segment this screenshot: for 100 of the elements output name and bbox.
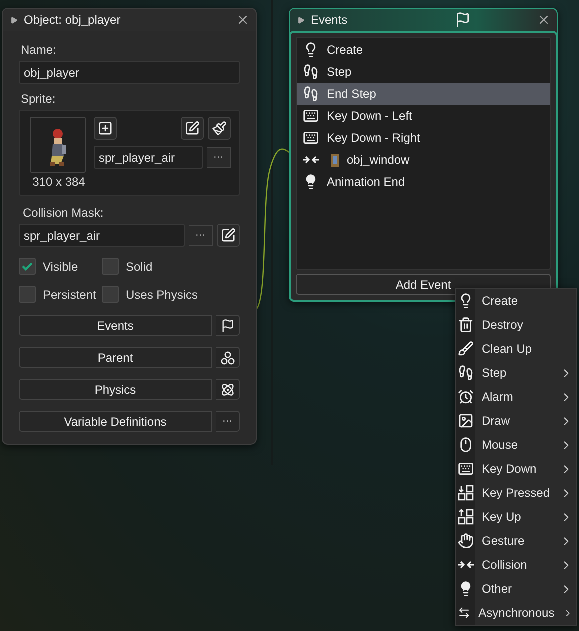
image-icon xyxy=(458,413,474,429)
menu-item-label: Step xyxy=(482,366,508,380)
menu-item-label: Key Up xyxy=(482,510,522,524)
event-item[interactable]: End Step xyxy=(297,83,550,105)
checkbox-label: Persistent xyxy=(43,288,96,302)
new-sprite-button[interactable] xyxy=(94,117,117,140)
menu-item[interactable]: Alarm xyxy=(456,385,576,409)
window-title: Events xyxy=(311,13,349,27)
event-label: Key Down - Right xyxy=(327,131,420,145)
menu-item-label: Other xyxy=(482,582,514,596)
checkbox[interactable] xyxy=(19,286,36,303)
menu-item[interactable]: Draw xyxy=(456,409,576,433)
more-button[interactable]: ··· xyxy=(216,411,240,432)
icon-button[interactable] xyxy=(216,315,240,336)
event-label: Step xyxy=(327,65,352,79)
menu-item[interactable]: Clean Up xyxy=(456,337,576,361)
field-label: Sprite: xyxy=(20,91,57,108)
collision-icon xyxy=(303,155,319,165)
menu-item-label: Key Pressed xyxy=(482,486,552,500)
menu-item-label: Mouse xyxy=(482,438,520,452)
menu-item-label: Alarm xyxy=(482,390,514,404)
sprite-size: 310 x 384 xyxy=(32,175,86,189)
flag-icon xyxy=(220,318,234,332)
keyboard-icon xyxy=(303,108,319,124)
keyboard-icon xyxy=(458,461,474,477)
menu-item-label: Draw xyxy=(482,414,512,428)
event-label: obj_window xyxy=(347,153,410,167)
checkbox-label: Solid xyxy=(126,260,153,274)
footprints-icon xyxy=(458,365,474,381)
arrows-icon xyxy=(458,605,471,621)
menu-item-label: Key Down xyxy=(482,462,538,476)
panel-button[interactable]: Events xyxy=(19,315,212,336)
door-icon xyxy=(331,154,339,166)
collision-icon xyxy=(458,560,474,570)
menu-item[interactable]: Key Pressed xyxy=(456,481,576,505)
mask-field[interactable]: spr_player_air xyxy=(19,224,185,247)
event-label: End Step xyxy=(327,87,376,101)
panel-button[interactable]: Physics xyxy=(19,379,212,400)
panel-button[interactable]: Variable Definitions xyxy=(19,411,212,432)
menu-item[interactable]: Mouse xyxy=(456,433,576,457)
menu-item[interactable]: Step xyxy=(456,361,576,385)
menu-item-label: Create xyxy=(482,294,520,308)
flag-icon xyxy=(455,12,471,28)
trash-icon xyxy=(458,317,474,333)
parent-icon xyxy=(220,350,234,364)
menu-item[interactable]: Asynchronous xyxy=(456,601,576,625)
brush-icon xyxy=(212,121,227,136)
menu-item-label: Gesture xyxy=(482,534,526,548)
sprite-field[interactable]: spr_player_air xyxy=(94,146,203,169)
icon-button[interactable] xyxy=(216,347,240,368)
panel-button[interactable]: Parent xyxy=(19,347,212,368)
key-down-arrow-icon xyxy=(458,485,474,501)
key-up-arrow-icon xyxy=(458,509,474,525)
footprints-icon xyxy=(303,64,319,80)
event-label: Create xyxy=(327,43,364,57)
menu-item-label: Collision xyxy=(482,558,528,572)
menu-item[interactable]: Destroy xyxy=(456,313,576,337)
event-item[interactable]: Key Down - Left xyxy=(297,105,550,127)
edit-icon xyxy=(185,121,200,136)
menu-item[interactable]: Key Down xyxy=(456,457,576,481)
footprints-icon xyxy=(303,86,319,102)
name-field[interactable]: obj_player xyxy=(19,61,240,84)
checkbox[interactable] xyxy=(102,286,119,303)
menu-item[interactable]: Collision xyxy=(456,553,576,577)
edit-icon xyxy=(221,228,236,243)
event-item[interactable]: Animation End xyxy=(297,171,550,193)
alarm-clock-icon xyxy=(458,389,474,405)
menu-item-label: Destroy xyxy=(482,318,524,332)
menu-item[interactable]: Gesture xyxy=(456,529,576,553)
edit-mask-button[interactable] xyxy=(217,224,240,247)
menu-item[interactable]: Key Up xyxy=(456,505,576,529)
close-icon[interactable] xyxy=(236,13,250,27)
event-label: Animation End xyxy=(327,175,406,189)
event-item[interactable]: Step xyxy=(297,61,550,83)
menu-item-label: Clean Up xyxy=(482,342,534,356)
menu-item[interactable]: Other xyxy=(456,577,576,601)
close-icon[interactable] xyxy=(537,13,551,27)
field-label: Collision Mask: xyxy=(22,205,105,222)
collapse-icon[interactable] xyxy=(11,16,18,24)
event-item[interactable]: Create xyxy=(297,39,550,61)
paint-button[interactable] xyxy=(208,117,231,140)
hand-icon xyxy=(458,533,474,549)
event-item[interactable]: obj_window xyxy=(297,149,550,171)
collapse-icon[interactable] xyxy=(298,16,305,24)
browse-button[interactable]: ··· xyxy=(189,225,213,246)
icon-button[interactable] xyxy=(216,379,240,400)
event-item[interactable]: Key Down - Right xyxy=(297,127,550,149)
mouse-icon xyxy=(458,437,474,453)
checkbox[interactable] xyxy=(19,258,36,275)
atom-icon xyxy=(220,382,234,396)
plus-icon xyxy=(98,121,113,136)
checkbox[interactable] xyxy=(102,258,119,275)
checkbox-label: Visible xyxy=(43,260,78,274)
keyboard-icon xyxy=(303,130,319,146)
field-label: Name: xyxy=(20,42,58,59)
window-title: Object: obj_player xyxy=(24,13,122,27)
edit-sprite-button[interactable] xyxy=(181,117,204,140)
browse-button[interactable]: ··· xyxy=(207,147,231,168)
menu-item-label: Asynchronous xyxy=(478,606,555,620)
checkmark-icon xyxy=(22,262,33,271)
